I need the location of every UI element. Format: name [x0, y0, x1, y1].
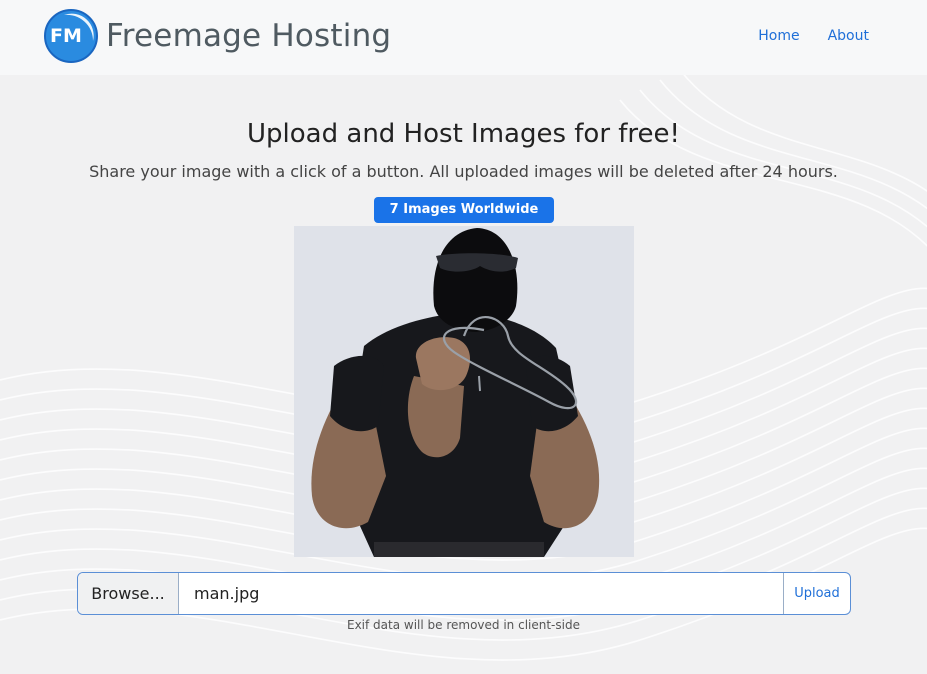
file-upload-group: Browse... man.jpg Upload [77, 572, 851, 615]
page-title: Upload and Host Images for free! [247, 119, 680, 149]
nav-links: Home About [730, 28, 869, 44]
main-content: Upload and Host Images for free! Share y… [0, 75, 927, 674]
navbar: FM Freemage Hosting Home About [0, 0, 927, 75]
fm-logo-icon: FM [44, 9, 98, 63]
brand[interactable]: FM Freemage Hosting [44, 9, 391, 63]
preview-photo [294, 226, 634, 557]
image-preview [294, 226, 634, 557]
page-subtitle: Share your image with a click of a butto… [89, 162, 838, 181]
upload-button[interactable]: Upload [783, 573, 850, 614]
exif-note: Exif data will be removed in client-side [347, 618, 580, 632]
logo-text: FM [50, 25, 82, 47]
file-name-field[interactable]: man.jpg [179, 573, 783, 614]
images-count-badge: 7 Images Worldwide [374, 197, 554, 223]
nav-home-link[interactable]: Home [758, 28, 799, 44]
browse-button[interactable]: Browse... [78, 573, 179, 614]
brand-name[interactable]: Freemage Hosting [106, 18, 391, 54]
nav-about-link[interactable]: About [828, 28, 869, 44]
